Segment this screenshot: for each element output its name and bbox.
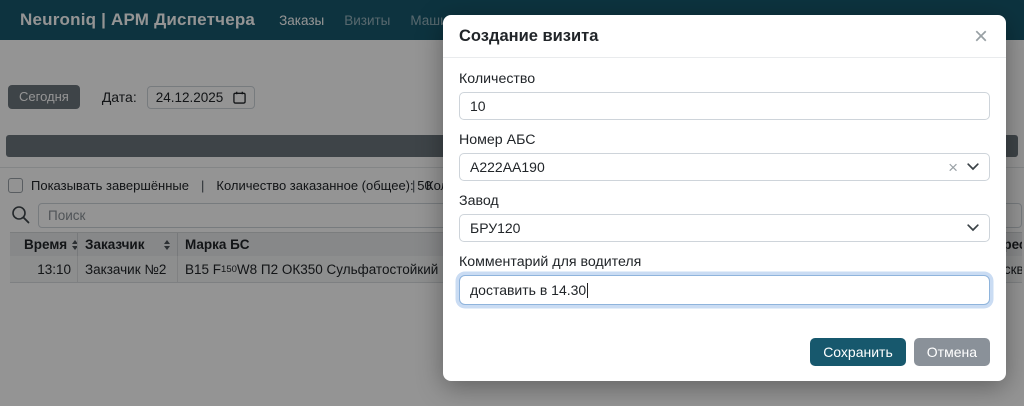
- driver-comment-field[interactable]: доставить в 14.30: [459, 275, 990, 305]
- save-button[interactable]: Сохранить: [810, 338, 906, 366]
- text-caret: [587, 283, 588, 298]
- chevron-down-icon[interactable]: [967, 163, 979, 171]
- abs-number-label: Номер АБС: [459, 132, 990, 148]
- create-visit-modal: Создание визита × Количество Номер АБС А…: [443, 15, 1006, 381]
- driver-comment-label: Комментарий для водителя: [459, 254, 990, 270]
- modal-footer: Сохранить Отмена: [443, 338, 1006, 381]
- plant-label: Завод: [459, 193, 990, 209]
- modal-body: Количество Номер АБС А222АА190 × Завод Б…: [443, 58, 1006, 317]
- chevron-down-icon[interactable]: [967, 224, 979, 232]
- plant-select[interactable]: БРУ120: [459, 214, 990, 242]
- modal-title: Создание визита: [459, 27, 598, 46]
- cancel-button[interactable]: Отмена: [914, 338, 990, 366]
- app-window: Neuroniq | АРМ Диспетчера Заказы Визиты …: [0, 0, 1024, 406]
- quantity-label: Количество: [459, 71, 990, 87]
- modal-header: Создание визита ×: [443, 15, 1006, 58]
- close-icon[interactable]: ×: [972, 28, 990, 46]
- quantity-field[interactable]: [459, 92, 990, 120]
- clear-icon[interactable]: ×: [948, 159, 958, 176]
- abs-number-select[interactable]: А222АА190 ×: [459, 153, 990, 181]
